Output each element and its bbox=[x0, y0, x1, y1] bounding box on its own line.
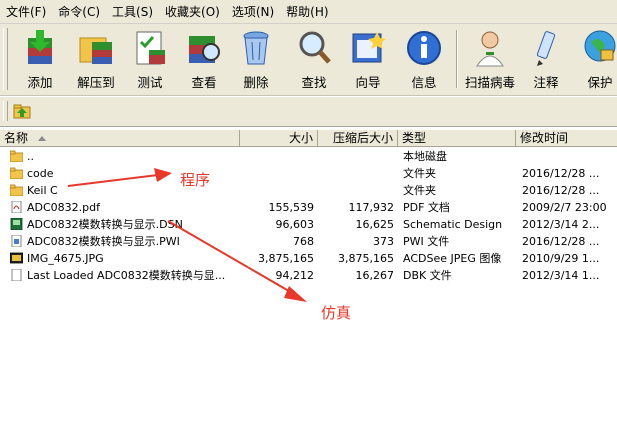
program-arrow bbox=[67, 168, 172, 187]
annotation-program: 程序 bbox=[180, 171, 211, 189]
simulation-arrow bbox=[167, 220, 307, 302]
annotation-overlay bbox=[67, 168, 307, 302]
annotation-simulation: 仿真 bbox=[321, 304, 352, 322]
